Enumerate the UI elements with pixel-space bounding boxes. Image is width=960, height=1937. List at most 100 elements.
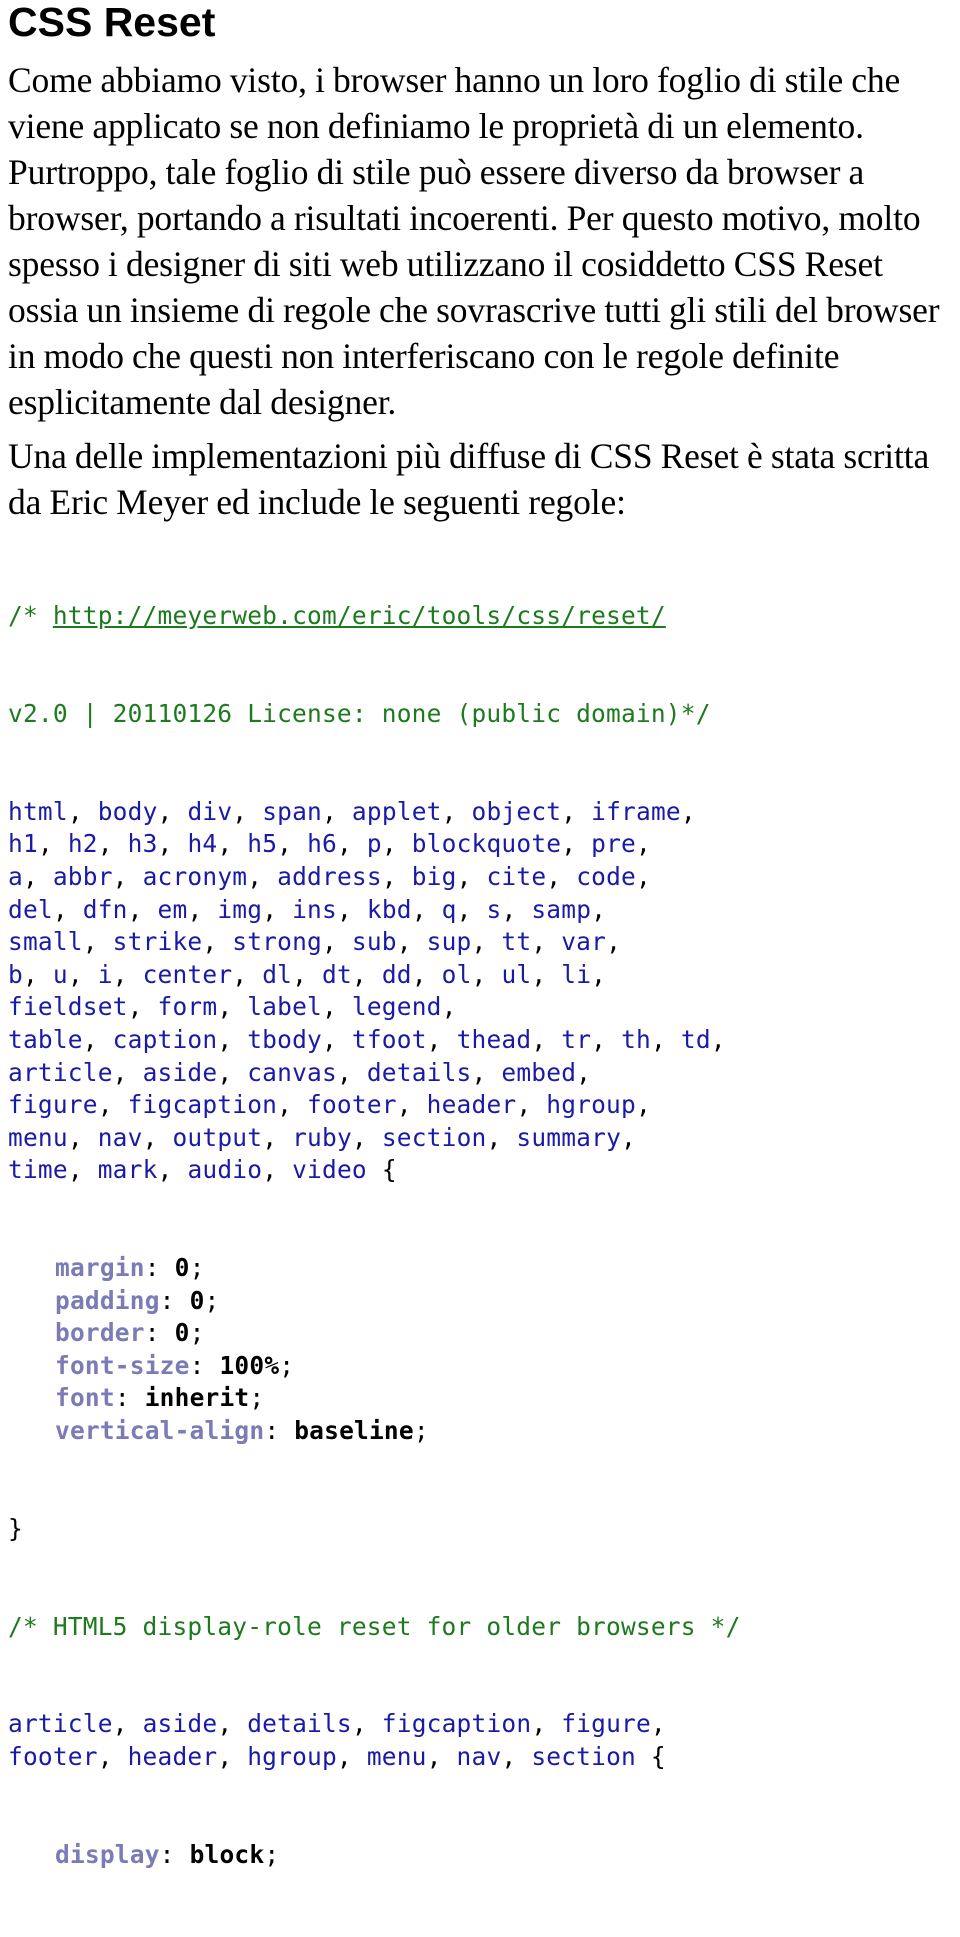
selector: h1 [8, 829, 38, 859]
punctuation: , [202, 927, 233, 957]
selector: article [8, 1057, 113, 1087]
selector: time [8, 1155, 68, 1185]
punctuation: : [159, 1839, 190, 1869]
selector: table [8, 1024, 83, 1054]
selector: nav [97, 1122, 143, 1152]
selector: em [157, 894, 188, 924]
meyerweb-link[interactable]: http://meyerweb.com/eric/tools/css/reset… [53, 601, 666, 630]
punctuation: ; [249, 1383, 265, 1413]
punctuation: , [262, 1122, 293, 1152]
punctuation: , [561, 796, 592, 826]
punctuation: , [22, 861, 53, 891]
punctuation: , [322, 1024, 352, 1054]
punctuation: , [112, 1057, 143, 1087]
punctuation: , [97, 1741, 128, 1771]
selector: form [157, 992, 218, 1022]
punctuation: , [157, 796, 188, 826]
css-value: block [189, 1839, 265, 1869]
punctuation: , [501, 894, 532, 924]
selector: section [381, 1122, 487, 1152]
selector-line: time, mark, audio, video { [8, 1154, 960, 1187]
punctuation: , [82, 1024, 113, 1054]
selector: menu [366, 1741, 427, 1771]
selector: blockquote [411, 829, 562, 859]
punctuation: , [471, 927, 502, 957]
punctuation: , [351, 1122, 382, 1152]
css-property: margin [55, 1253, 145, 1283]
selector-line: del, dfn, em, img, ins, kbd, q, s, samp, [8, 894, 960, 927]
open-brace: { [366, 1155, 397, 1185]
selector-line: a, abbr, acronym, address, big, cite, co… [8, 861, 960, 894]
selector: footer [307, 1090, 397, 1120]
selector: kbd [366, 894, 412, 924]
selector: div [187, 796, 233, 826]
punctuation: , [52, 894, 83, 924]
selector: strike [112, 927, 203, 957]
selector: thead [456, 1024, 532, 1054]
punctuation: , [67, 1122, 98, 1152]
selector: h6 [307, 829, 337, 859]
selector: object [471, 796, 562, 826]
punctuation: , [591, 1024, 622, 1054]
punctuation: , [217, 829, 248, 859]
punctuation: , [621, 1122, 636, 1152]
declaration-block-1: margin: 0; padding: 0; border: 0; font-size… [8, 1252, 960, 1448]
punctuation: ; [264, 1839, 280, 1869]
punctuation: , [381, 861, 412, 891]
selector: th [621, 1024, 651, 1054]
selector: figure [561, 1709, 651, 1739]
selector-line: h1, h2, h3, h4, h5, h6, p, blockquote, p… [8, 828, 960, 861]
selector: samp [531, 894, 592, 924]
punctuation: , [710, 1024, 726, 1054]
selector: mark [97, 1155, 158, 1185]
punctuation: , [142, 1122, 173, 1152]
selector: aside [142, 1057, 218, 1087]
punctuation: , [127, 894, 158, 924]
punctuation: , [217, 1057, 248, 1087]
punctuation: , [217, 1709, 248, 1739]
selector: center [142, 959, 233, 989]
selector-line: footer, header, hgroup, menu, nav, secti… [8, 1741, 960, 1774]
selector: article [8, 1709, 113, 1739]
selector: applet [351, 796, 442, 826]
selector: figcaption [381, 1709, 532, 1739]
punctuation: , [97, 829, 128, 859]
selector: aside [142, 1709, 218, 1739]
punctuation: , [322, 992, 352, 1022]
css-code-block: /* http://meyerweb.com/eric/tools/css/re… [8, 535, 960, 1937]
selector: dl [262, 959, 293, 989]
selector: canvas [247, 1057, 337, 1087]
selector: small [8, 927, 83, 957]
closing-brace: } [8, 1513, 23, 1543]
css-property: border [55, 1318, 145, 1348]
selector: details [247, 1709, 352, 1739]
selector: dd [381, 959, 412, 989]
punctuation: , [217, 1741, 248, 1771]
punctuation: : [189, 1350, 220, 1380]
punctuation: , [157, 829, 188, 859]
code-comment-line: v2.0 | 20110126 License: none (public do… [8, 698, 711, 728]
selector: img [217, 894, 263, 924]
selector: output [172, 1122, 263, 1152]
punctuation: , [591, 959, 607, 989]
selector: audio [187, 1155, 263, 1185]
punctuation: , [531, 959, 562, 989]
punctuation: ; [189, 1253, 205, 1283]
declaration: font-size: 100%; [8, 1350, 960, 1383]
selector: sup [426, 927, 472, 957]
selector-line: fieldset, form, label, legend, [8, 991, 960, 1024]
punctuation: , [471, 959, 502, 989]
punctuation: , [322, 796, 352, 826]
selector-line: html, body, div, span, applet, object, i… [8, 796, 960, 829]
punctuation: , [561, 829, 592, 859]
punctuation: , [247, 861, 278, 891]
selector: figcaption [127, 1090, 278, 1120]
punctuation: , [635, 1090, 651, 1120]
punctuation: , [650, 1024, 681, 1054]
selector-line: article, aside, details, figcaption, fig… [8, 1708, 960, 1741]
selector: var [561, 927, 607, 957]
declaration: padding: 0; [8, 1285, 960, 1318]
punctuation: , [636, 829, 651, 859]
selector: strong [232, 927, 322, 957]
selector-line: small, strike, strong, sub, sup, tt, var… [8, 926, 960, 959]
